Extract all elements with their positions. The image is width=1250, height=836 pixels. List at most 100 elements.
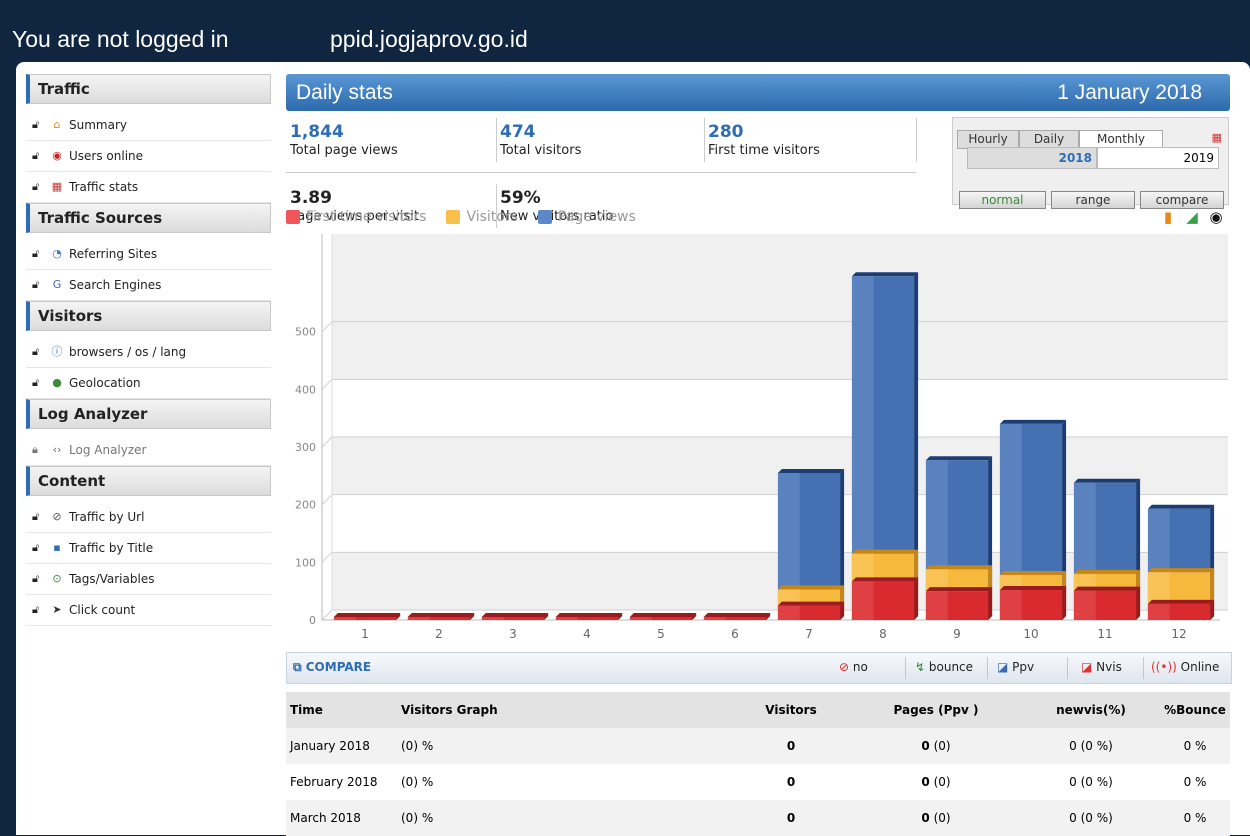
sidebar-item[interactable]: 🔓︎ ● Geolocation <box>26 368 271 399</box>
camera-icon[interactable]: ◉ <box>1206 207 1226 227</box>
year-2018[interactable]: 2018 <box>967 147 1097 169</box>
year-2019[interactable]: 2019 <box>1097 147 1219 169</box>
compare-button[interactable]: ⧉ COMPARE <box>293 660 371 675</box>
compare-bounce[interactable]: ↯ bounce <box>915 660 973 674</box>
compare-online[interactable]: ((•)) Online <box>1151 660 1219 674</box>
nvis-icon: ◪ <box>1081 660 1093 674</box>
ppv-value: (0) <box>933 775 951 789</box>
sidebar-item[interactable]: 🔓︎ ⓘ browsers / os / lang <box>26 337 271 368</box>
sidebar-item[interactable]: 🔓︎ ⊘ Traffic by Url <box>26 502 271 533</box>
x-tick-label: 10 <box>1023 627 1038 641</box>
compare-label: COMPARE <box>305 660 372 674</box>
sidebar-item[interactable]: 🔓︎ ◉ Users online <box>26 141 271 172</box>
unlock-icon: 🔓︎ <box>32 149 40 162</box>
x-tick-label: 5 <box>657 627 665 641</box>
col-pages[interactable]: Pages (Ppv ) <box>847 692 1022 728</box>
cell-visitors: 0 <box>786 775 796 789</box>
first-time-bar-highlight <box>407 617 430 620</box>
calendar-icon: ▦ <box>51 180 63 193</box>
sidebar-item[interactable]: 🔓︎ ⊙ Tags/Variables <box>26 564 271 595</box>
col-newvis[interactable]: newvis(%) <box>1022 692 1157 728</box>
stat-label: Total page views <box>290 143 398 158</box>
first-time-bar-highlight <box>1073 590 1096 620</box>
legend-item-page-views[interactable]: Page views <box>537 209 636 225</box>
divider <box>987 657 988 679</box>
cell-pages: 0 (0) <box>847 728 1022 764</box>
col-visitors[interactable]: Visitors <box>732 692 847 728</box>
sidebar-item[interactable]: 🔓︎ G Search Engines <box>26 270 271 301</box>
bar-chart-icon[interactable]: ▮ <box>1158 207 1178 227</box>
sidebar-item[interactable]: 🔓︎ ◔ Referring Sites <box>26 239 271 270</box>
cell-time[interactable]: February 2018 <box>286 764 397 800</box>
sidebar-item[interactable]: 🔓︎ ▪ Traffic by Title <box>26 533 271 564</box>
sidebar-item-label: Log Analyzer <box>69 443 147 457</box>
divider <box>496 118 497 162</box>
cell-time[interactable]: March 2018 <box>286 800 397 836</box>
first-time-bar-top <box>629 613 697 617</box>
compare-bar: ⧉ COMPARE ⊘ no ↯ bounce ◪ Ppv ◪ Nvis ((•… <box>286 652 1232 684</box>
x-tick-label: 7 <box>805 627 813 641</box>
stat-page-views: 1,844 Total page views <box>290 122 398 158</box>
sidebar-item[interactable]: 🔓︎ ⌂ Summary <box>26 110 271 141</box>
period-selector: Hourly Daily Monthly ▦ 2018 2019 normal … <box>952 117 1229 209</box>
page-views-bar-top <box>1147 504 1215 509</box>
sidebar-item[interactable]: 🔒︎ ‹› Log Analyzer <box>26 435 271 466</box>
sidebar-item-label: Referring Sites <box>69 247 158 261</box>
sidebar-item-label: Summary <box>69 118 127 132</box>
cell-pages: 0 (0) <box>847 764 1022 800</box>
legend-item-first-time[interactable]: First time visitors <box>286 209 426 225</box>
col-time[interactable]: Time <box>286 692 397 728</box>
compare-nvis[interactable]: ◪ Nvis <box>1081 660 1122 674</box>
first-time-bar-top <box>481 613 549 617</box>
col-bounce[interactable]: %Bounce <box>1157 692 1230 728</box>
unlock-icon: 🔓︎ <box>32 572 40 585</box>
pages-value: 0 <box>921 739 930 753</box>
pages-value: 0 <box>921 811 930 825</box>
first-time-bar-top <box>1073 586 1141 591</box>
visitors-bar-top <box>999 571 1067 576</box>
grid-line <box>321 609 333 621</box>
sidebar-item-label: Click count <box>69 603 136 617</box>
page-views-bar-top <box>1073 478 1141 483</box>
first-time-bar-highlight <box>703 617 726 620</box>
page-views-bar-top <box>777 468 845 473</box>
cell-visitors: 0 <box>732 728 847 764</box>
sidebar-item-label: Traffic by Title <box>69 541 154 555</box>
compare-ppv[interactable]: ◪ Ppv <box>997 660 1034 674</box>
legend-swatch <box>286 210 300 224</box>
col-visitors-graph[interactable]: Visitors Graph <box>397 692 732 728</box>
cell-time[interactable]: January 2018 <box>286 728 397 764</box>
first-time-bar-top <box>407 613 475 617</box>
legend-label: Visitors <box>466 209 518 225</box>
first-time-bar-highlight <box>481 617 504 620</box>
sidebar-item-label: Tags/Variables <box>69 572 155 586</box>
unlock-icon: 🔓︎ <box>32 278 40 291</box>
y-tick-label: 400 <box>295 383 316 396</box>
table-row: March 2018 (0) % 0 0 (0) 0 (0 %) 0 % <box>286 800 1230 836</box>
globe-icon: ◔ <box>52 247 62 260</box>
site-name[interactable]: ppid.jogjaprov.go.id <box>330 26 528 53</box>
ppv-value: (0) <box>933 811 951 825</box>
cell-newvis: 0 (0 %) <box>1022 728 1157 764</box>
top-bar: You are not logged in ppid.jogjaprov.go.… <box>0 0 1250 62</box>
legend-item-visitors[interactable]: Visitors <box>446 209 518 225</box>
area-chart-icon[interactable]: ◢ <box>1182 207 1202 227</box>
first-time-bar-side <box>914 577 919 620</box>
cursor-icon: ➤ <box>52 603 62 616</box>
sidebar-item[interactable]: 🔓︎ ▦ Traffic stats <box>26 172 271 203</box>
calendar-icon[interactable]: ▦ <box>1212 131 1222 144</box>
compare-no[interactable]: ⊘ no <box>839 660 868 674</box>
sidebar-item-label: browsers / os / lang <box>69 345 187 359</box>
table-body: January 2018 (0) % 0 0 (0) 0 (0 %) 0 % Februar… <box>286 728 1230 836</box>
sidebar-item[interactable]: 🔓︎ ➤ Click count <box>26 595 271 626</box>
mode-normal-button[interactable]: normal <box>959 191 1046 209</box>
grid-line <box>321 551 333 563</box>
x-tick-label: 12 <box>1171 627 1186 641</box>
x-tick-label: 11 <box>1097 627 1112 641</box>
first-time-bar-highlight <box>851 581 874 620</box>
grid-line <box>321 494 333 506</box>
unlock-icon: 🔓︎ <box>32 376 40 389</box>
mode-range-button[interactable]: range <box>1051 191 1135 209</box>
cell-newvis: 0 (0 %) <box>1022 800 1157 836</box>
pages-value: 0 <box>921 775 930 789</box>
